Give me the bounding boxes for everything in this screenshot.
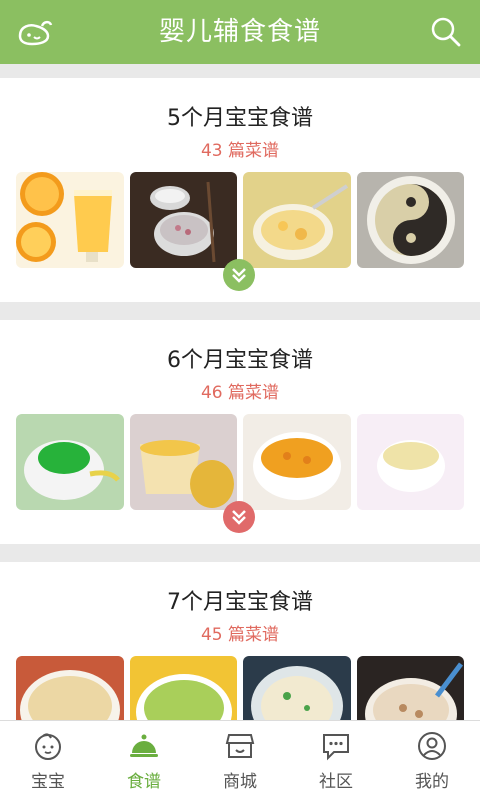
recipe-thumb-sesame-paste[interactable] [356, 172, 464, 268]
recipe-section-6-month[interactable]: 6个月宝宝食谱 46 篇菜谱 [0, 320, 480, 544]
recipe-count: 43 篇菜谱 [200, 141, 280, 161]
recipe-section-7-month[interactable]: 7个月宝宝食谱 45 篇菜谱 [0, 562, 480, 720]
baby-face-icon [35, 733, 61, 760]
tab-label: 我的 [415, 772, 449, 792]
recipe-thumb-carrot-soup[interactable] [243, 414, 351, 510]
tab-label: 食谱 [127, 772, 161, 792]
recipe-thumb-green-puree[interactable] [16, 414, 124, 510]
tab-mine[interactable]: 我的 [384, 721, 480, 800]
section-title: 7个月宝宝食谱 [167, 590, 313, 615]
section-title: 6个月宝宝食谱 [167, 348, 313, 373]
recipe-thumb-millet-porridge[interactable] [16, 656, 124, 720]
recipe-thumb-meat-porridge[interactable] [356, 656, 464, 720]
search-icon[interactable] [430, 16, 462, 48]
recipe-thumb-mango-puree[interactable] [129, 414, 237, 510]
recipe-thumb-rice-porridge[interactable] [129, 172, 237, 268]
tab-label: 社区 [319, 772, 353, 792]
recipe-thumb-vegetable-porridge[interactable] [129, 656, 237, 720]
recipe-thumb-mashed-potato[interactable] [243, 656, 351, 720]
tab-baby[interactable]: 宝宝 [0, 721, 96, 800]
bottom-tab-bar: 宝宝 食谱 商城 社区 我的 [0, 720, 480, 800]
recipe-thumb-orange-juice[interactable] [16, 172, 124, 268]
user-icon [418, 732, 446, 760]
chat-bubble-icon [323, 734, 349, 761]
cloche-icon [130, 734, 158, 757]
recipe-thumb-egg-custard[interactable] [243, 172, 351, 268]
recipe-thumb-rice-cereal[interactable] [356, 414, 464, 510]
recipe-section-5-month[interactable]: 5个月宝宝食谱 43 篇菜谱 [0, 78, 480, 302]
tab-shop[interactable]: 商城 [192, 721, 288, 800]
tab-label: 商城 [223, 772, 257, 792]
tab-community[interactable]: 社区 [288, 721, 384, 800]
expand-button[interactable] [223, 501, 255, 533]
expand-button[interactable] [223, 259, 255, 291]
section-title: 5个月宝宝食谱 [167, 106, 313, 131]
recipe-count: 46 篇菜谱 [200, 383, 280, 403]
recipe-count: 45 篇菜谱 [200, 625, 280, 645]
shop-icon [225, 734, 255, 758]
page-title: 婴儿辅食食谱 [158, 17, 321, 47]
tab-label: 宝宝 [31, 772, 65, 792]
recipe-list[interactable]: 5个月宝宝食谱 43 篇菜谱 6个月宝宝食谱 46 篇菜谱 7个月宝宝食谱 45… [0, 64, 480, 720]
app-header: 婴儿辅食食谱 [0, 0, 480, 64]
tab-recipes[interactable]: 食谱 [96, 721, 192, 800]
